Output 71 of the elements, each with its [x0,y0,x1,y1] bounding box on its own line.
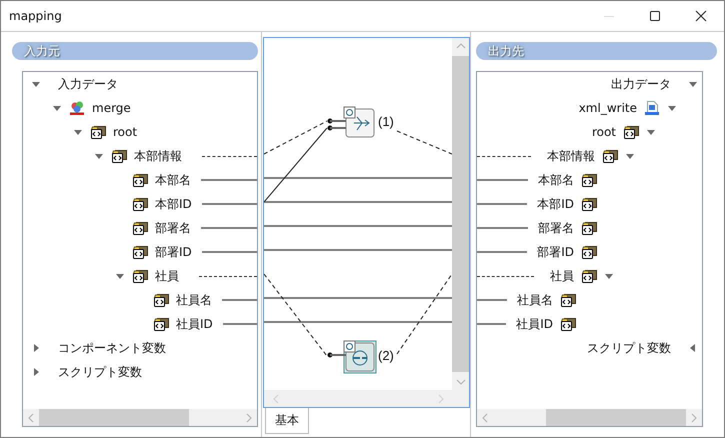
caret-right-icon[interactable] [32,368,40,376]
caret-left-icon[interactable] [689,344,697,352]
tree-item-label[interactable]: 本部名 [155,172,191,188]
folder-tag-icon [132,221,148,235]
tree-item-label[interactable]: merge [92,101,131,115]
folder-tag-icon [132,245,148,259]
tree-item-label[interactable]: 社員名 [176,292,212,308]
tree-item-label[interactable]: 出力データ [611,76,671,92]
panel-header: 出力先 [476,42,717,60]
node-label: (1) [378,114,394,129]
tree-item-label[interactable]: 本部情報 [134,148,182,164]
folder-tag-icon [581,197,597,211]
tree-item-label[interactable]: 部署ID [155,244,192,260]
tree-item-label[interactable]: 社員 [550,268,574,284]
tree-item-label[interactable]: 社員 [155,268,179,284]
folder-tag-icon [560,317,576,331]
scrollbar-thumb[interactable] [39,409,189,426]
panel-header: 入力元 [12,42,258,60]
connection-line [396,130,452,154]
mapping-node[interactable] [328,340,376,374]
caret-down-icon[interactable] [626,152,634,160]
folder-tag-icon [581,245,597,259]
caret-down-icon[interactable] [668,104,676,112]
tree-item-label[interactable]: スクリプト変数 [587,340,671,356]
tree-item-label[interactable]: 本部名 [538,172,574,188]
caret-down-icon[interactable] [116,272,124,280]
folder-tag-icon [90,125,106,139]
folder-tag-icon [581,173,597,187]
folder-tag-icon [153,293,169,307]
tree-item-label[interactable]: root [113,125,138,139]
caret-down-icon[interactable] [32,80,40,88]
tree-item-label[interactable]: 部署名 [538,220,574,236]
caret-down-icon[interactable] [74,128,82,136]
folder-tag-icon [111,149,127,163]
folder-tag-icon [132,269,148,283]
document-icon [644,101,660,115]
tree-item-label[interactable]: スクリプト変数 [58,364,142,380]
folder-tag-icon [581,221,597,235]
tree-item-label[interactable]: xml_write [578,101,637,115]
caret-down-icon[interactable] [53,104,61,112]
folder-tag-icon [560,293,576,307]
folder-tag-icon [623,125,639,139]
window-title: mapping [8,9,63,23]
horizontal-scrollbar[interactable] [23,409,257,426]
tree-item-label[interactable]: 部署名 [155,220,191,236]
caret-down-icon[interactable] [605,272,613,280]
color-circles-icon [69,101,85,115]
tree-item-label[interactable]: 入力データ [58,76,118,92]
tree-item-label[interactable]: 社員名 [517,292,553,308]
node-label: (2) [378,348,394,363]
folder-tag-icon [132,197,148,211]
tree-item-label[interactable]: コンポーネント変数 [58,340,166,356]
scrollbar-thumb[interactable] [546,409,686,426]
caret-down-icon[interactable] [647,128,655,136]
tab[interactable]: 基本 [265,408,309,434]
tree-item-label[interactable]: 社員ID [516,316,553,332]
tree-item-label[interactable]: root [592,125,616,139]
caret-right-icon[interactable] [32,344,40,352]
folder-tag-icon [153,317,169,331]
folder-tag-icon [132,173,148,187]
caret-down-icon[interactable] [95,152,103,160]
tree-item-label[interactable]: 本部情報 [547,148,595,164]
folder-tag-icon [602,149,618,163]
horizontal-scrollbar[interactable] [477,409,702,426]
folder-tag-icon [581,269,597,283]
tree-item-label[interactable]: 本部ID [537,196,574,212]
tree-item-label[interactable]: 部署ID [537,244,574,260]
caret-down-icon[interactable] [689,80,697,88]
tree-item-label[interactable]: 本部ID [155,196,192,212]
mapping-node[interactable] [328,106,374,138]
tree-item-label[interactable]: 社員ID [176,316,213,332]
